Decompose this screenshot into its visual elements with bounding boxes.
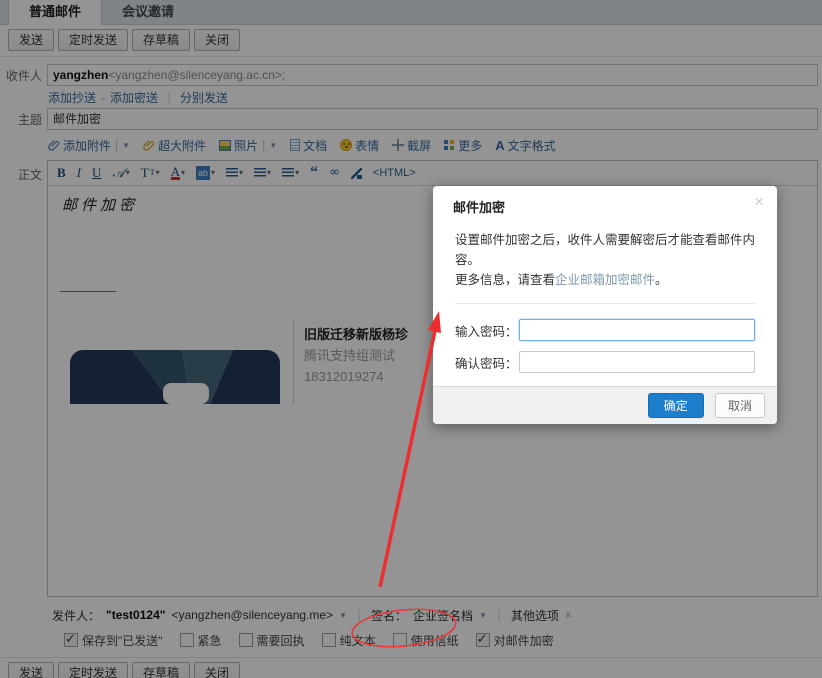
encrypted-mail-help-link[interactable]: 企业邮箱加密邮件 <box>555 273 655 287</box>
confirm-password-label: 确认密码： <box>455 353 519 372</box>
password-label: 输入密码： <box>455 321 519 340</box>
dialog-body: 设置邮件加密之后，收件人需要解密后才能查看邮件内容。 更多信息，请查看企业邮箱加… <box>433 224 777 373</box>
close-icon[interactable]: × <box>754 194 764 210</box>
confirm-password-row: 确认密码： <box>455 351 755 373</box>
dialog-footer: 确定 取消 <box>433 386 777 424</box>
desc-prefix: 更多信息，请查看 <box>455 273 555 287</box>
dialog-header: 邮件加密 × <box>433 186 777 224</box>
desc-suffix: 。 <box>655 273 668 287</box>
cancel-button[interactable]: 取消 <box>715 393 765 418</box>
dialog-title: 邮件加密 <box>453 200 505 215</box>
dialog-description-line2: 更多信息，请查看企业邮箱加密邮件。 <box>455 270 755 290</box>
compose-window: 普通邮件 会议邀请 发送 定时发送 存草稿 关闭 收件人 yangzhen<ya… <box>0 0 822 678</box>
encrypt-mail-dialog: 邮件加密 × 设置邮件加密之后，收件人需要解密后才能查看邮件内容。 更多信息，请… <box>433 186 777 424</box>
dialog-divider <box>455 303 755 304</box>
ok-button[interactable]: 确定 <box>648 393 704 418</box>
confirm-password-input[interactable] <box>519 351 755 373</box>
dialog-description-line1: 设置邮件加密之后，收件人需要解密后才能查看邮件内容。 <box>455 230 755 270</box>
password-input[interactable] <box>519 319 755 341</box>
password-row: 输入密码： <box>455 319 755 341</box>
